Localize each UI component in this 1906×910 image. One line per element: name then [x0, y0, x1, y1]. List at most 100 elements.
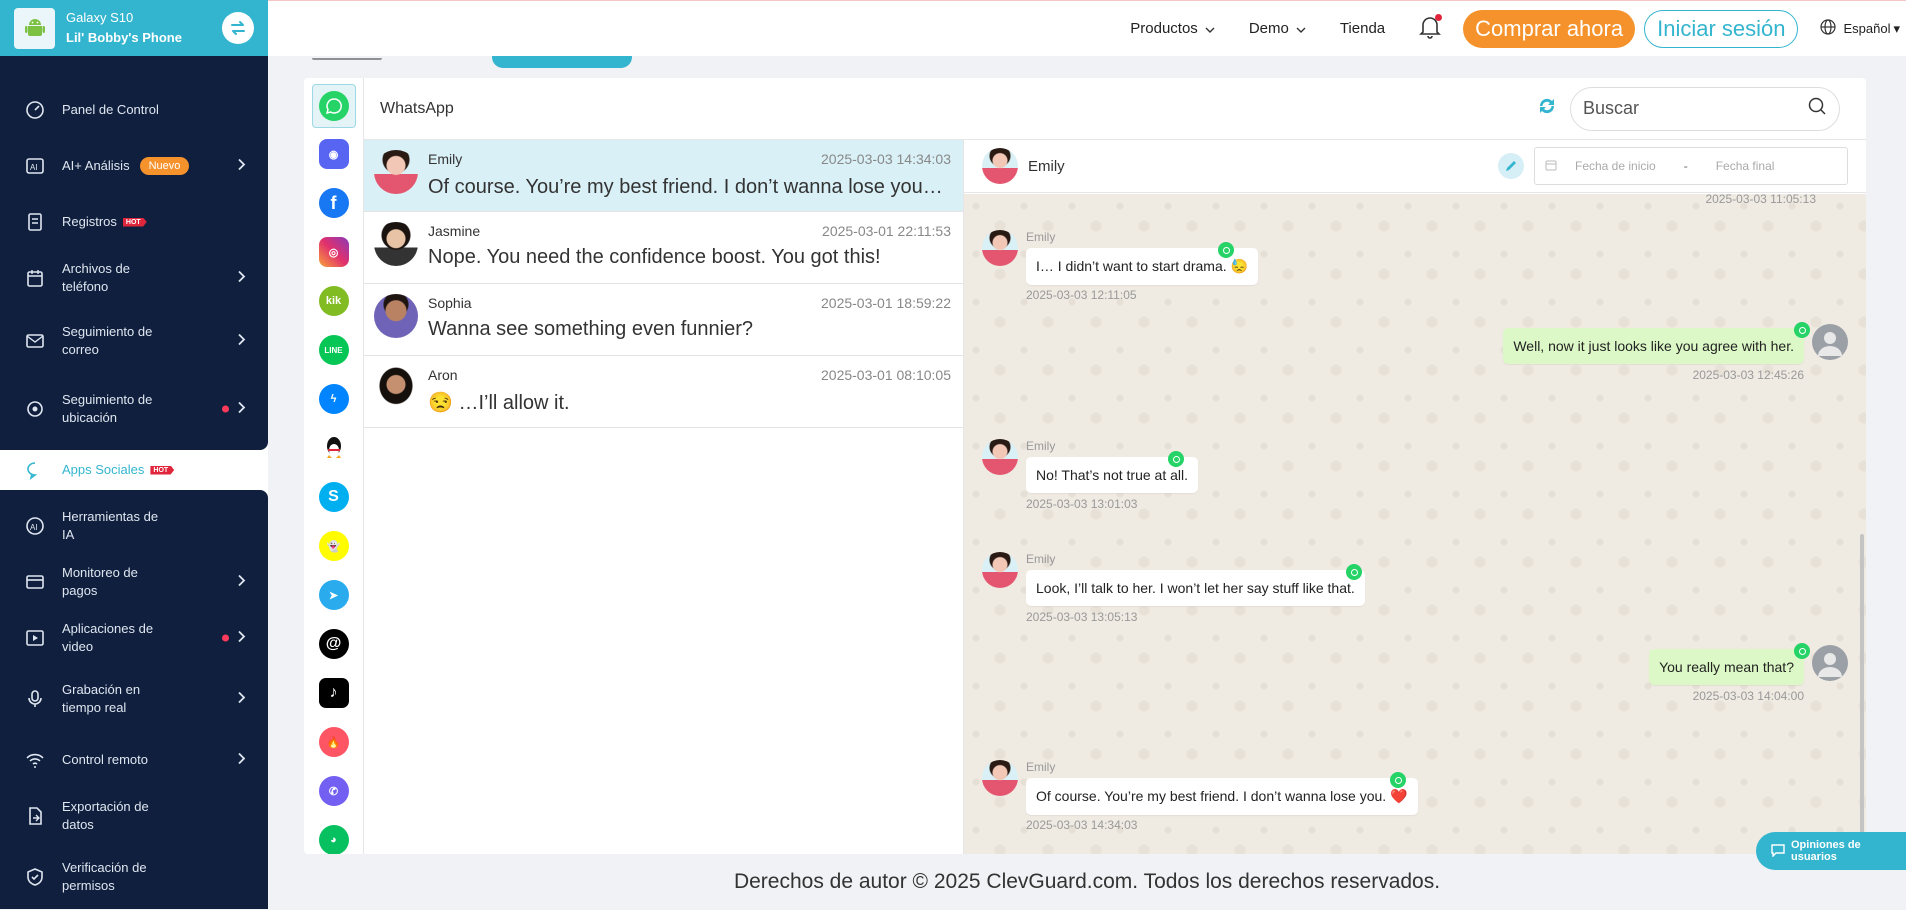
- skype-icon[interactable]: S: [316, 479, 352, 515]
- location-icon: [24, 398, 46, 420]
- sender-name: Emily: [1026, 439, 1056, 453]
- sidebar-item-data-export[interactable]: Exportación de datos: [0, 788, 268, 844]
- sidebar-item-logs[interactable]: Registros HOT: [0, 194, 268, 250]
- sidebar-item-video-apps[interactable]: Aplicaciones de video: [0, 610, 268, 666]
- sync-icon[interactable]: [1536, 95, 1558, 122]
- conversation-item[interactable]: Jasmine Nope. You need the confidence bo…: [364, 212, 963, 284]
- sidebar-item-phone-files[interactable]: Archivos de teléfono: [0, 250, 268, 306]
- ai-icon: AI: [24, 155, 46, 177]
- scrollbar[interactable]: [1860, 534, 1864, 854]
- card-icon: [24, 571, 46, 593]
- message-bubble: You really mean that?: [1649, 649, 1804, 685]
- chat-panel: Emily Fecha de inicio - Fecha final 2025…: [964, 140, 1866, 854]
- demo-menu[interactable]: Demo: [1249, 20, 1306, 37]
- chat-bubble-icon: [24, 459, 46, 481]
- avatar: [982, 552, 1018, 588]
- buy-now-button[interactable]: Comprar ahora: [1463, 9, 1636, 48]
- card-header: WhatsApp Buscar: [364, 78, 1866, 140]
- sidebar-item-label: Registros: [62, 214, 117, 229]
- page-title-remnant: [312, 56, 382, 60]
- switch-device-icon[interactable]: [222, 12, 254, 44]
- instagram-icon[interactable]: ◎: [316, 234, 352, 270]
- messenger-icon[interactable]: ϟ: [316, 381, 352, 417]
- message-time: 2025-03-03 12:11:05: [1026, 288, 1137, 302]
- date-end-input[interactable]: Fecha final: [1716, 159, 1775, 173]
- login-button[interactable]: Iniciar sesión: [1644, 9, 1799, 48]
- conversation-item[interactable]: Sophia Wanna see something even funnier?…: [364, 284, 963, 356]
- wechat-icon[interactable]: ◕: [316, 822, 352, 854]
- conversation-item[interactable]: Aron 😒 …I’ll allow it. 2025-03-01 08:10:…: [364, 356, 963, 428]
- sidebar-item-ai-tools[interactable]: AI Herramientas de IA: [0, 498, 268, 554]
- last-message: Wanna see something even funnier?: [428, 318, 754, 340]
- device-header[interactable]: Galaxy S10 Lil' Bobby's Phone: [0, 0, 268, 56]
- message-time: 2025-03-03 13:05:13: [1026, 610, 1138, 624]
- chevron-right-icon: [238, 752, 246, 768]
- snapchat-icon[interactable]: 👻: [316, 528, 352, 564]
- feedback-button[interactable]: Opiniones de usuarios: [1756, 832, 1906, 870]
- search-input[interactable]: Buscar: [1570, 86, 1840, 131]
- new-badge: Nuevo: [139, 157, 190, 175]
- kik-icon[interactable]: kik: [316, 283, 352, 319]
- chevron-right-icon: [238, 691, 246, 707]
- page-action-pill[interactable]: [492, 56, 632, 68]
- tiktok-icon[interactable]: ♪: [316, 675, 352, 711]
- message-bubble: Look, I’ll talk to her. I won’t let her …: [1026, 570, 1365, 606]
- qq-icon[interactable]: [316, 430, 352, 466]
- viber-icon[interactable]: ✆: [316, 773, 352, 809]
- message-time: 2025-03-03 11:05:13: [1705, 194, 1816, 206]
- date-range-picker[interactable]: Fecha de inicio - Fecha final: [1534, 147, 1848, 185]
- chevron-right-icon: [238, 158, 246, 174]
- sidebar-item-permissions[interactable]: Verificación de permisos: [0, 844, 268, 910]
- store-link[interactable]: Tienda: [1340, 20, 1385, 37]
- svg-text:AI: AI: [30, 163, 38, 172]
- edit-icon[interactable]: [1498, 153, 1524, 179]
- threads-icon[interactable]: @: [316, 626, 352, 662]
- sidebar-item-social-apps[interactable]: Apps Sociales HOT: [8, 450, 268, 490]
- sidebar-item-label: Apps Sociales: [62, 462, 145, 477]
- sidebar-item-dashboard[interactable]: Panel de Control: [0, 82, 268, 138]
- active-item-wrap: Apps Sociales HOT: [0, 442, 268, 498]
- sidebar-item-payments[interactable]: Monitoreo de pagos: [0, 554, 268, 610]
- caret-down-icon: ▾: [1893, 20, 1900, 36]
- demo-label: Demo: [1248, 20, 1289, 37]
- shield-icon: [24, 866, 46, 888]
- conversation-item[interactable]: Emily Of course. You’re my best friend. …: [364, 140, 963, 212]
- conversation-list: Emily Of course. You’re my best friend. …: [364, 140, 964, 854]
- whatsapp-icon: [1346, 564, 1362, 580]
- video-icon: [24, 627, 46, 649]
- discord-icon[interactable]: ◉: [316, 136, 352, 172]
- chat-icon: [1770, 843, 1786, 860]
- sidebar-item-realtime-recording[interactable]: Grabación en tiempo real: [0, 666, 268, 732]
- sidebar-item-ai-analysis[interactable]: AI AI+ Análisis Nuevo: [0, 138, 268, 194]
- avatar: [982, 230, 1018, 266]
- conversation-time: 2025-03-01 22:11:53: [822, 223, 951, 239]
- sidebar-item-label: Grabación en tiempo real: [62, 682, 141, 715]
- wifi-icon: [24, 749, 46, 771]
- telegram-icon[interactable]: ➤: [316, 577, 352, 613]
- language-selector[interactable]: Español ▾: [1820, 19, 1900, 38]
- feedback-label: Opiniones de usuarios: [1791, 839, 1861, 863]
- tinder-icon[interactable]: 🔥: [316, 724, 352, 760]
- bell-icon[interactable]: [1419, 13, 1443, 43]
- sidebar-item-email-tracking[interactable]: Seguimiento de correo: [0, 306, 268, 376]
- products-menu[interactable]: Productos: [1130, 20, 1215, 37]
- message-area[interactable]: 2025-03-03 11:05:13 Emily I… I didn’t wa…: [964, 194, 1866, 854]
- avatar: [374, 366, 418, 410]
- calendar-icon: [24, 267, 46, 289]
- sidebar-item-remote-control[interactable]: Control remoto: [0, 732, 268, 788]
- document-icon: [24, 211, 46, 233]
- sidebar: Galaxy S10 Lil' Bobby's Phone Panel de C…: [0, 0, 268, 909]
- whatsapp-icon[interactable]: [311, 84, 356, 128]
- facebook-icon[interactable]: f: [316, 185, 352, 221]
- date-start-input[interactable]: Fecha de inicio: [1575, 159, 1656, 173]
- line-icon[interactable]: LINE: [316, 332, 352, 368]
- avatar: [982, 148, 1018, 184]
- message-time: 2025-03-03 14:34:03: [1026, 818, 1138, 832]
- sidebar-item-location-tracking[interactable]: Seguimiento de ubicación: [0, 376, 268, 442]
- sidebar-item-label: Herramientas de IA: [62, 509, 159, 542]
- search-icon[interactable]: [1807, 96, 1827, 121]
- export-icon: [24, 805, 46, 827]
- globe-icon: [1820, 19, 1837, 38]
- page-header-remnant: [268, 56, 1906, 78]
- chevron-right-icon: [238, 574, 246, 590]
